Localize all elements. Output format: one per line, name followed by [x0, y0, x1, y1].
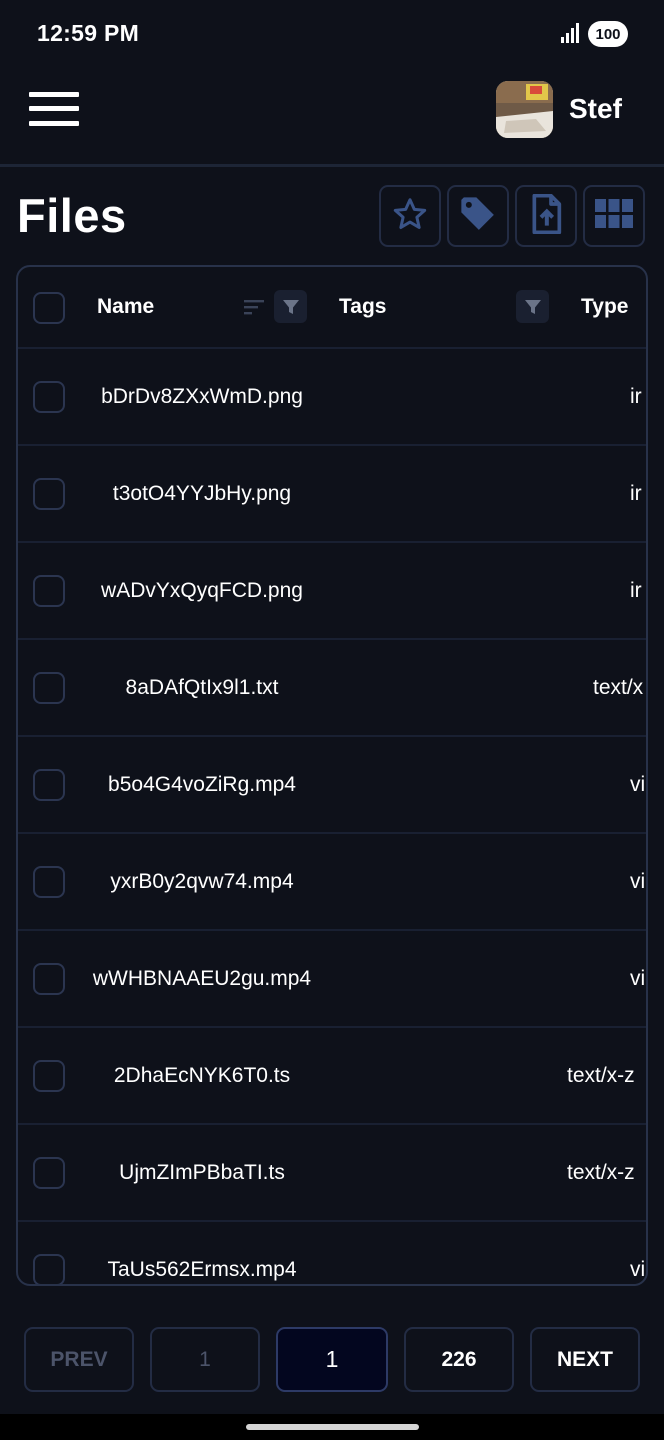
page-title: Files	[17, 189, 127, 242]
name-filter-icon[interactable]	[274, 290, 307, 323]
file-type: text/x-z	[567, 1064, 635, 1087]
file-type: vi	[630, 1258, 646, 1281]
file-name[interactable]: b5o4G4voZiRg.mp4	[84, 773, 320, 797]
file-type: vi	[630, 967, 646, 990]
current-page-button[interactable]: 1	[276, 1327, 388, 1392]
row-checkbox[interactable]	[33, 1157, 65, 1189]
header-divider	[0, 164, 664, 167]
file-name[interactable]: wADvYxQyqFCD.png	[84, 579, 320, 603]
files-table: Name Tags Type bDrDv8ZXxWmD.png ir t3otO	[16, 265, 648, 1286]
row-checkbox[interactable]	[33, 478, 65, 510]
table-row[interactable]: UjmZImPBbaTI.ts text/x-z	[18, 1125, 646, 1222]
home-indicator[interactable]	[246, 1424, 419, 1430]
table-row[interactable]: b5o4G4voZiRg.mp4 vi	[18, 737, 646, 834]
file-type: vi	[630, 870, 646, 893]
table-row[interactable]: wADvYxQyqFCD.png ir	[18, 543, 646, 640]
select-all-checkbox[interactable]	[33, 292, 65, 324]
file-name[interactable]: t3otO4YYJbHy.png	[84, 482, 320, 506]
file-type: text/x-z	[567, 1161, 635, 1184]
file-name[interactable]: TaUs562Ermsx.mp4	[84, 1258, 320, 1282]
file-name[interactable]: 8aDAfQtIx9l1.txt	[84, 676, 320, 700]
table-row[interactable]: TaUs562Ermsx.mp4 vi	[18, 1222, 646, 1284]
table-row[interactable]: 8aDAfQtIx9l1.txt text/x	[18, 640, 646, 737]
last-page-button[interactable]: 226	[404, 1327, 514, 1392]
row-checkbox[interactable]	[33, 575, 65, 607]
file-name[interactable]: wWHBNAAEU2gu.mp4	[84, 967, 320, 991]
tags-filter-icon[interactable]	[516, 290, 549, 323]
hamburger-menu-icon[interactable]	[29, 92, 79, 126]
status-bar: 12:59 PM 100	[0, 0, 664, 68]
file-name[interactable]: 2DhaEcNYK6T0.ts	[84, 1064, 320, 1088]
file-type: text/x	[593, 676, 644, 699]
table-row[interactable]: t3otO4YYJbHy.png ir	[18, 446, 646, 543]
row-checkbox[interactable]	[33, 866, 65, 898]
column-header-type[interactable]: Type	[581, 295, 628, 319]
battery-icon: 100	[588, 21, 628, 47]
table-row[interactable]: wWHBNAAEU2gu.mp4 vi	[18, 931, 646, 1028]
first-page-button[interactable]: 1	[150, 1327, 260, 1392]
row-checkbox[interactable]	[33, 1060, 65, 1092]
file-type: ir	[630, 579, 642, 602]
grid-view-icon	[595, 198, 633, 234]
star-icon	[392, 196, 428, 237]
file-type: vi	[630, 773, 646, 796]
table-header: Name Tags Type	[18, 267, 646, 349]
row-checkbox[interactable]	[33, 1254, 65, 1284]
favorites-button[interactable]	[379, 185, 441, 247]
row-checkbox[interactable]	[33, 963, 65, 995]
status-time: 12:59 PM	[37, 20, 140, 46]
sort-icon[interactable]	[242, 297, 266, 317]
username[interactable]: Stef	[569, 93, 622, 125]
row-checkbox[interactable]	[33, 381, 65, 413]
tag-icon	[458, 194, 498, 239]
row-checkbox[interactable]	[33, 672, 65, 704]
table-row[interactable]: bDrDv8ZXxWmD.png ir	[18, 349, 646, 446]
file-name[interactable]: UjmZImPBbaTI.ts	[84, 1161, 320, 1185]
grid-view-button[interactable]	[583, 185, 645, 247]
row-checkbox[interactable]	[33, 769, 65, 801]
upload-button[interactable]	[515, 185, 577, 247]
tags-button[interactable]	[447, 185, 509, 247]
next-page-button[interactable]: NEXT	[530, 1327, 640, 1392]
column-header-name[interactable]: Name	[97, 295, 154, 319]
signal-icon	[561, 22, 581, 49]
file-name[interactable]: yxrB0y2qvw74.mp4	[84, 870, 320, 894]
table-row[interactable]: yxrB0y2qvw74.mp4 vi	[18, 834, 646, 931]
prev-page-button[interactable]: PREV	[24, 1327, 134, 1392]
file-type: ir	[630, 385, 642, 408]
column-header-tags[interactable]: Tags	[339, 295, 386, 319]
file-upload-icon	[529, 193, 563, 239]
file-name[interactable]: bDrDv8ZXxWmD.png	[84, 385, 320, 409]
table-row[interactable]: 2DhaEcNYK6T0.ts text/x-z	[18, 1028, 646, 1125]
file-type: ir	[630, 482, 642, 505]
avatar[interactable]	[496, 81, 553, 138]
